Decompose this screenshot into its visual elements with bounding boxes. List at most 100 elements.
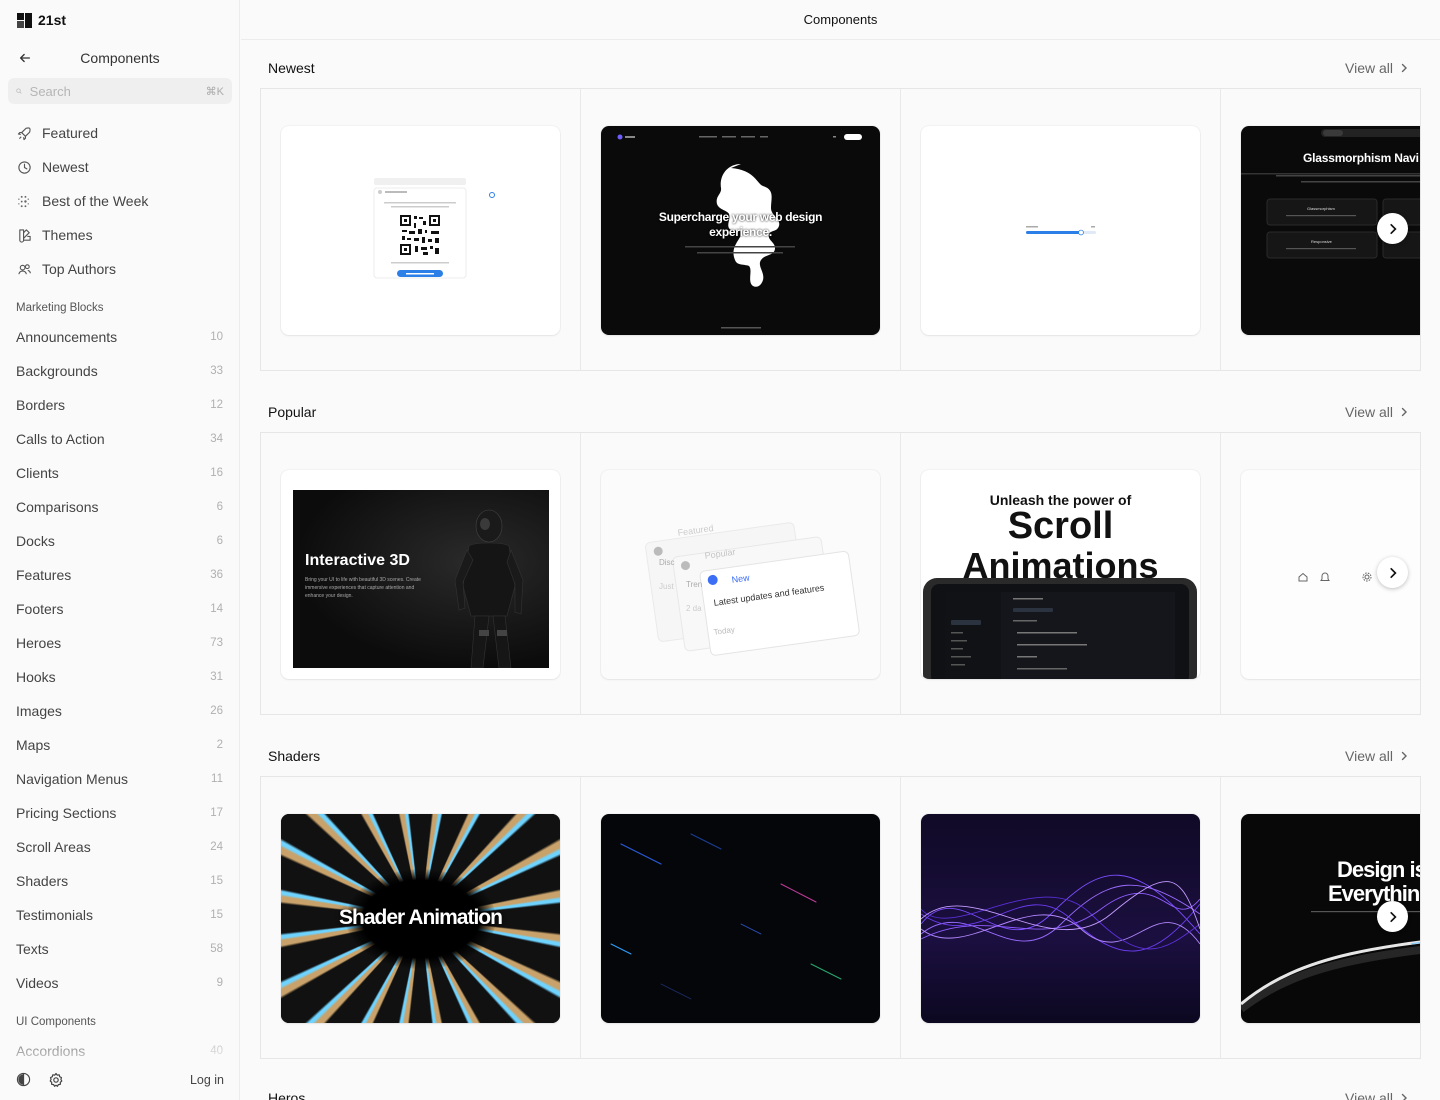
category-label: Footers xyxy=(16,601,64,617)
category-item-videos[interactable]: Videos 9 xyxy=(8,966,232,1000)
category-label: Features xyxy=(16,567,72,583)
nav-themes[interactable]: Themes xyxy=(8,218,232,252)
next-button[interactable] xyxy=(1377,901,1408,932)
category-item-navigation-menus[interactable]: Navigation Menus 11 xyxy=(8,762,232,796)
marketing-category-list: Announcements 10 Backgrounds 33 Borders 12 Cal… xyxy=(8,320,232,1000)
category-item-comparisons[interactable]: Comparisons 6 xyxy=(8,490,232,524)
card-side-text: Disc xyxy=(659,558,675,567)
grid-cell: Design is Everythin xyxy=(1221,777,1421,1058)
category-item-hooks[interactable]: Hooks 31 xyxy=(8,660,232,694)
category-count: 6 xyxy=(216,501,223,513)
category-item-texts[interactable]: Texts 58 xyxy=(8,932,232,966)
category-label: Docks xyxy=(16,533,55,549)
component-card[interactable]: Unleash the power of Scroll Animations xyxy=(921,470,1200,679)
category-item-features[interactable]: Features 36 xyxy=(8,558,232,592)
component-card[interactable] xyxy=(921,814,1200,1023)
chevron-right-icon xyxy=(1389,223,1397,234)
sidebar-title: Components xyxy=(80,50,160,66)
view-all-link[interactable]: View all xyxy=(1345,748,1421,764)
view-all-label: View all xyxy=(1345,748,1393,764)
back-button[interactable] xyxy=(15,48,35,68)
brand[interactable]: 21st xyxy=(17,12,66,28)
component-card[interactable]: Shader Animation xyxy=(281,814,560,1023)
search-box[interactable]: ⌘K xyxy=(8,78,232,104)
nav-label: Best of the Week xyxy=(42,193,149,209)
card-headline: Design is xyxy=(1337,857,1421,882)
component-card[interactable] xyxy=(601,814,880,1023)
nav-best-of-week[interactable]: Best of the Week xyxy=(8,184,232,218)
card-headline: Supercharge your web design experience. xyxy=(658,210,823,239)
category-item-heroes[interactable]: Heroes 73 xyxy=(8,626,232,660)
component-card[interactable]: Interactive 3D Bring your UI to life wit… xyxy=(281,470,560,679)
component-card[interactable] xyxy=(281,126,560,335)
top-bar: Components xyxy=(241,0,1440,40)
brand-name: 21st xyxy=(38,12,67,28)
category-item-borders[interactable]: Borders 12 xyxy=(8,388,232,422)
slider-preview xyxy=(1026,226,1096,236)
login-link[interactable]: Log in xyxy=(190,1073,224,1087)
clock-icon xyxy=(18,160,31,174)
category-count: 33 xyxy=(210,365,223,377)
category-count: 58 xyxy=(210,943,223,955)
category-label: Shaders xyxy=(16,873,69,889)
nav-newest[interactable]: Newest xyxy=(8,150,232,184)
category-label: Borders xyxy=(16,397,66,413)
category-item-shaders[interactable]: Shaders 15 xyxy=(8,864,232,898)
category-item-calls-to-action[interactable]: Calls to Action 34 xyxy=(8,422,232,456)
card-headline: Shader Animation xyxy=(339,906,503,929)
palette-icon xyxy=(19,228,31,243)
page-title: Components xyxy=(803,12,878,27)
category-count: 24 xyxy=(210,841,223,853)
category-item-announcements[interactable]: Announcements 10 xyxy=(8,320,232,354)
category-count: 11 xyxy=(211,773,223,785)
next-button[interactable] xyxy=(1377,557,1408,588)
component-card[interactable] xyxy=(921,126,1200,335)
category-count: 31 xyxy=(210,671,223,683)
chevron-right-icon xyxy=(1401,407,1407,417)
nav-featured[interactable]: Featured xyxy=(8,116,232,150)
view-all-link[interactable]: View all xyxy=(1345,60,1421,76)
category-item-scroll-areas[interactable]: Scroll Areas 24 xyxy=(8,830,232,864)
category-item-backgrounds[interactable]: Backgrounds 33 xyxy=(8,354,232,388)
component-card[interactable]: Glassmorphism Navi Glassmorphism Respons… xyxy=(1241,126,1420,335)
component-card[interactable]: Design is Everythin xyxy=(1241,814,1421,1023)
card-side-text: Just xyxy=(659,582,674,591)
category-label: Backgrounds xyxy=(16,363,98,379)
component-card[interactable]: Supercharge your web design experience. xyxy=(601,126,880,335)
next-button[interactable] xyxy=(1377,213,1408,244)
category-item-footers[interactable]: Footers 14 xyxy=(8,592,232,626)
view-all-label: View all xyxy=(1345,1090,1393,1100)
streaks-preview xyxy=(610,833,842,1000)
category-item-clients[interactable]: Clients 16 xyxy=(8,456,232,490)
category-count: 17 xyxy=(210,807,223,819)
grid-cell: Shader Animation xyxy=(261,777,581,1058)
app: 21st Components ⌘K Featured Newest xyxy=(0,0,1440,1100)
settings-icon[interactable] xyxy=(48,1072,64,1088)
component-card[interactable] xyxy=(1241,470,1420,679)
grid-cell: Glassmorphism Navi Glassmorphism Respons… xyxy=(1221,89,1420,370)
card-body: Bring your UI to life with beautiful 3D … xyxy=(305,577,421,599)
component-card[interactable]: Featured Popular New Latest updates and … xyxy=(601,470,880,679)
category-item-docks[interactable]: Docks 6 xyxy=(8,524,232,558)
chevron-right-icon xyxy=(1401,751,1407,761)
grid-cell: Interactive 3D Bring your UI to life wit… xyxy=(261,433,581,714)
nav-top-authors[interactable]: Top Authors xyxy=(8,252,232,286)
category-item-maps[interactable]: Maps 2 xyxy=(8,728,232,762)
category-label: Announcements xyxy=(16,329,118,345)
category-item-testimonials[interactable]: Testimonials 15 xyxy=(8,898,232,932)
card-side-text: 2 da xyxy=(686,604,702,613)
section-header: Popular View all xyxy=(260,400,1421,424)
category-count: 26 xyxy=(210,705,223,717)
theme-toggle-icon[interactable] xyxy=(16,1072,32,1088)
card-headline: Glassmorphism Navi xyxy=(1303,151,1419,165)
grid-cell: Featured Popular New Latest updates and … xyxy=(581,433,901,714)
view-all-link[interactable]: View all xyxy=(1345,404,1421,420)
search-input[interactable] xyxy=(29,83,206,99)
category-label: Clients xyxy=(16,465,59,481)
view-all-link[interactable]: View all xyxy=(1345,1090,1421,1100)
category-count: 15 xyxy=(210,909,223,921)
sidebar-footer: Log in xyxy=(0,1060,239,1100)
chevron-right-icon xyxy=(1401,1093,1407,1100)
category-item-pricing-sections[interactable]: Pricing Sections 17 xyxy=(8,796,232,830)
category-item-images[interactable]: Images 26 xyxy=(8,694,232,728)
